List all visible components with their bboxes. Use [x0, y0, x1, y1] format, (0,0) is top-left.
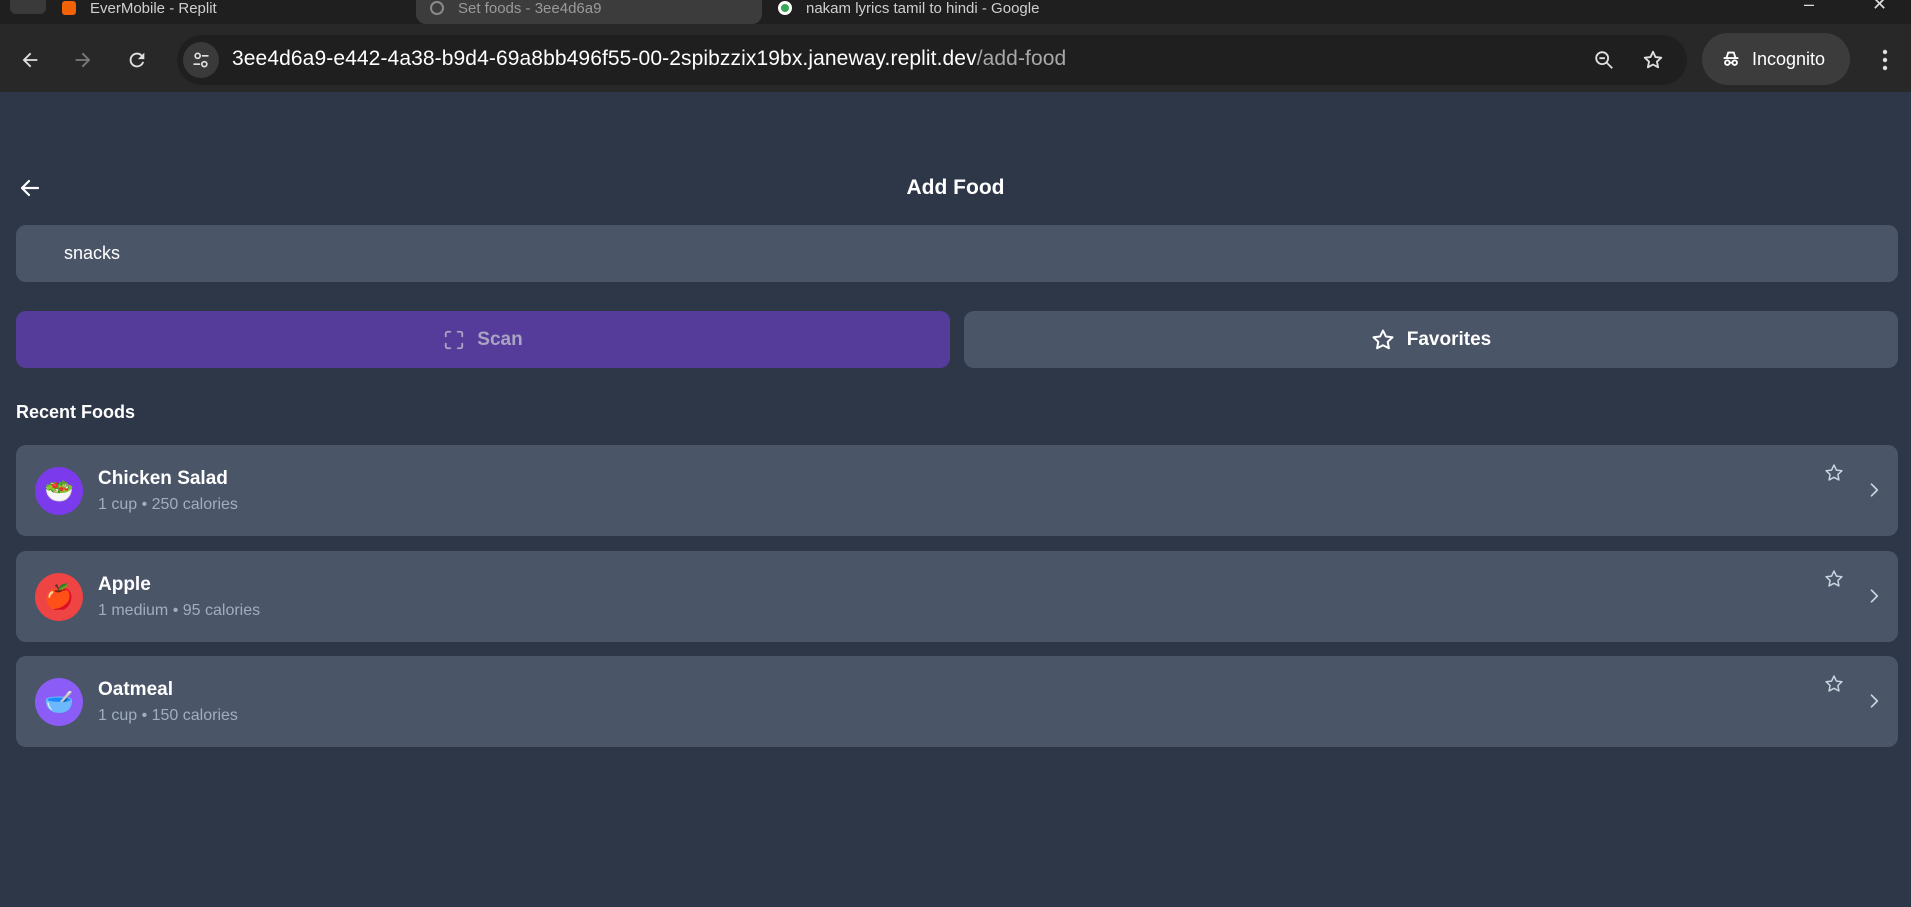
scan-frame-icon — [445, 330, 464, 349]
more-vertical-icon — [1882, 49, 1888, 71]
zoom-button[interactable] — [1588, 44, 1620, 76]
browser-tab-strip: EverMobile - Replit Set foods - 3ee4d6a9… — [0, 0, 1911, 24]
loading-favicon-icon — [430, 1, 444, 15]
food-name: Apple — [98, 574, 151, 595]
favorite-toggle[interactable] — [1822, 461, 1846, 485]
browser-forward-button[interactable] — [67, 44, 99, 76]
browser-menu-button[interactable] — [1870, 44, 1900, 76]
reload-button[interactable] — [121, 44, 153, 76]
browser-back-button[interactable] — [14, 44, 46, 76]
food-item-apple[interactable]: 🍎 Apple 1 medium • 95 calories — [16, 551, 1898, 642]
tab-evermobile[interactable]: EverMobile - Replit — [48, 0, 414, 24]
food-name: Chicken Salad — [98, 468, 228, 489]
food-meta: 1 cup • 250 calories — [98, 496, 238, 513]
star-outline-icon — [1825, 464, 1843, 481]
reload-icon — [129, 52, 145, 68]
tab-title: nakam lyrics tamil to hindi - Google — [806, 0, 1040, 17]
url-path: /add-food — [976, 47, 1067, 70]
favorite-toggle[interactable] — [1822, 567, 1846, 591]
tab-search-button[interactable] — [10, 0, 46, 14]
search-input[interactable] — [16, 225, 1898, 282]
bowl-icon: 🥣 — [35, 678, 83, 726]
tune-icon — [193, 52, 209, 68]
zoom-out-icon — [1595, 51, 1613, 69]
incognito-label: Incognito — [1752, 48, 1826, 69]
favorites-button[interactable]: Favorites — [964, 311, 1898, 368]
bookmark-star-icon — [1643, 50, 1663, 69]
bookmark-button[interactable] — [1637, 44, 1669, 76]
tab-google[interactable]: nakam lyrics tamil to hindi - Google — [764, 0, 1124, 24]
star-outline-icon — [1825, 675, 1843, 692]
food-item-oatmeal[interactable]: 🥣 Oatmeal 1 cup • 150 calories — [16, 656, 1898, 747]
chevron-right-icon — [1862, 478, 1886, 502]
url-host: 3ee4d6a9-e442-4a38-b9d4-69a8bb496f55-00-… — [232, 47, 977, 70]
apple-icon: 🍎 — [35, 573, 83, 621]
site-info-button[interactable] — [183, 42, 219, 78]
tab-title: Set foods - 3ee4d6a9 — [458, 0, 602, 17]
minimize-icon[interactable]: – — [1804, 0, 1814, 15]
replit-favicon-icon — [62, 1, 76, 15]
food-item-chicken-salad[interactable]: 🥗 Chicken Salad 1 cup • 250 calories — [16, 445, 1898, 536]
star-outline-icon — [1825, 570, 1843, 587]
scan-button[interactable]: Scan — [16, 311, 950, 368]
food-meta: 1 cup • 150 calories — [98, 707, 238, 724]
food-name: Oatmeal — [98, 679, 173, 700]
google-favicon-icon — [778, 1, 792, 15]
arrow-left-icon — [22, 52, 38, 68]
page-title: Add Food — [906, 176, 1005, 199]
favorites-label: Favorites — [1406, 328, 1492, 350]
star-icon — [1372, 329, 1394, 349]
arrow-right-icon — [75, 52, 91, 68]
incognito-icon — [1723, 51, 1739, 66]
chevron-right-icon — [1862, 689, 1886, 713]
tab-title: EverMobile - Replit — [90, 0, 217, 17]
favorite-toggle[interactable] — [1822, 672, 1846, 696]
add-food-page: Add Food Scan Favorites Recent Foods 🥗 C… — [0, 92, 1911, 907]
tab-active[interactable]: Set foods - 3ee4d6a9 — [416, 0, 762, 24]
recent-foods-heading: Recent Foods — [16, 402, 136, 422]
scan-label: Scan — [477, 328, 523, 350]
incognito-badge[interactable]: Incognito — [1702, 33, 1850, 85]
url-text[interactable]: 3ee4d6a9-e442-4a38-b9d4-69a8bb496f55-00-… — [232, 46, 1066, 72]
food-meta: 1 medium • 95 calories — [98, 602, 261, 619]
close-window-icon[interactable]: ✕ — [1872, 0, 1887, 15]
chevron-right-icon — [1862, 584, 1886, 608]
salad-icon: 🥗 — [35, 467, 83, 515]
